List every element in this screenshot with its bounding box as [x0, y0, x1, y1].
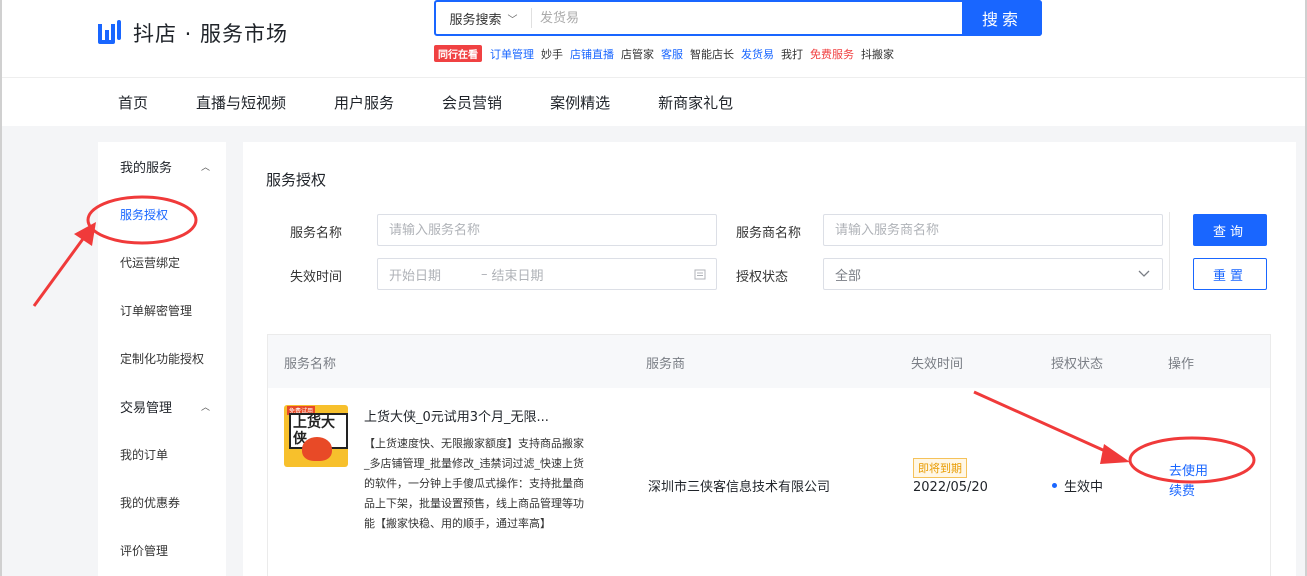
search-box: 服务搜索 ﹀ 搜索 [434, 0, 1042, 36]
provider-field [823, 214, 1163, 246]
hot-links: 同行在看 订单管理 妙手 店铺直播 店管家 客服 智能店长 发货易 我打 免费服务 抖搬家 [434, 45, 901, 62]
range-separator: – [481, 266, 488, 282]
hot-link[interactable]: 店铺直播 [570, 46, 614, 62]
query-button[interactable]: 查询 [1193, 214, 1267, 246]
service-name-field [377, 214, 717, 246]
end-date-input[interactable]: 结束日期 [492, 265, 695, 284]
chevron-down-icon [1138, 270, 1150, 277]
status-label: 授权状态 [736, 270, 789, 285]
status-select[interactable]: 全部 [823, 258, 1163, 290]
sidebar-item-reviews[interactable]: 评价管理 [98, 526, 226, 574]
table-header: 服务名称 服务商 失效时间 授权状态 操作 [268, 335, 1270, 388]
status-select-value: 全部 [835, 268, 862, 284]
service-name-input[interactable] [389, 222, 716, 238]
main-nav: 首页 直播与短视频 用户服务 会员营销 案例精选 新商家礼包 [2, 77, 1305, 126]
annotation-arrowhead-sidebar [74, 222, 96, 246]
sidebar-item-order-decrypt[interactable]: 订单解密管理 [98, 286, 226, 334]
hot-link[interactable]: 智能店长 [690, 46, 734, 62]
date-range-picker[interactable]: 开始日期 – 结束日期 [377, 258, 717, 290]
douyin-store-logo-icon [98, 20, 121, 44]
hot-link[interactable]: 发货易 [741, 46, 774, 62]
status-badge: 生效中 [1052, 476, 1103, 495]
page-title: 服务授权 [266, 171, 327, 189]
hot-link[interactable]: 妙手 [541, 46, 563, 62]
service-name[interactable]: 上货大侠_0元试用3个月_无限... [364, 406, 549, 425]
col-status: 授权状态 [1051, 357, 1104, 372]
provider-label: 服务商名称 [736, 226, 802, 241]
use-link[interactable]: 去使用 [1169, 460, 1208, 479]
search-scope-select[interactable]: 服务搜索 ﹀ [436, 8, 532, 28]
main-panel: 服务授权 服务名称 服务商名称 失效时间 开始日期 – 结束日期 授权状态 全部… [243, 142, 1296, 576]
hot-badge: 同行在看 [434, 45, 482, 62]
brand-title: 抖店 · 服务市场 [133, 22, 289, 46]
sidebar-group-label: 我的服务 [120, 160, 173, 176]
reset-button[interactable]: 重置 [1193, 258, 1267, 290]
filter-divider [1169, 212, 1170, 290]
service-thumbnail[interactable]: 免费试用 上货大侠 [284, 405, 348, 467]
hot-link[interactable]: 抖搬家 [861, 46, 894, 62]
service-description: 【上货速度快、无限搬家额度】支持商品搬家_多店铺管理_批量修改_违禁词过滤_快速… [364, 437, 584, 530]
calendar-icon [694, 269, 706, 280]
nav-item[interactable]: 新商家礼包 [658, 92, 733, 113]
renew-link[interactable]: 续费 [1169, 480, 1195, 499]
hot-link[interactable]: 客服 [661, 46, 683, 62]
auth-table: 服务名称 服务商 失效时间 授权状态 操作 免费试用 上货大侠 上货大侠_0元试… [267, 334, 1271, 576]
service-name-label: 服务名称 [290, 226, 343, 241]
search-button[interactable]: 搜索 [962, 0, 1042, 36]
nav-item[interactable]: 用户服务 [334, 92, 394, 113]
provider-name: 深圳市三侠客信息技术有限公司 [648, 480, 831, 495]
chevron-down-icon: ﹀ [507, 14, 518, 26]
annotation-arrow-sidebar [32, 231, 90, 307]
col-ops: 操作 [1168, 357, 1195, 372]
col-provider: 服务商 [646, 357, 686, 372]
logo[interactable]: 抖店 · 服务市场 [97, 18, 288, 48]
chevron-up-icon: ︿ [200, 162, 210, 173]
col-expire: 失效时间 [911, 357, 964, 372]
sidebar-group-my-services[interactable]: 我的服务 ︿ [98, 142, 226, 190]
nav-item[interactable]: 会员营销 [442, 92, 502, 113]
sidebar-item-agency-binding[interactable]: 代运营绑定 [98, 238, 226, 286]
expire-date: 2022/05/20 [913, 480, 988, 495]
status-dot-icon [1052, 483, 1057, 488]
mascot-icon [302, 437, 332, 461]
sidebar-group-label: 交易管理 [120, 400, 173, 416]
sidebar: 我的服务 ︿ 服务授权 代运营绑定 订单解密管理 定制化功能授权 交易管理 ︿ … [98, 142, 226, 576]
search-scope-label: 服务搜索 [449, 12, 502, 28]
sidebar-item-coupons[interactable]: 我的优惠券 [98, 478, 226, 526]
provider-input[interactable] [835, 222, 1162, 238]
chevron-up-icon: ︿ [200, 402, 210, 413]
sidebar-group-trade[interactable]: 交易管理 ︿ [98, 382, 226, 430]
col-service-name: 服务名称 [284, 357, 337, 372]
sidebar-item-my-orders[interactable]: 我的订单 [98, 430, 226, 478]
sidebar-item-custom-auth[interactable]: 定制化功能授权 [98, 334, 226, 382]
hot-link[interactable]: 订单管理 [490, 46, 534, 62]
expire-soon-badge: 即将到期 [913, 458, 967, 478]
nav-item[interactable]: 首页 [118, 92, 148, 113]
sidebar-item-service-auth[interactable]: 服务授权 [98, 190, 226, 238]
nav-item[interactable]: 案例精选 [550, 92, 610, 113]
nav-item[interactable]: 直播与短视频 [196, 92, 286, 113]
hot-link[interactable]: 免费服务 [810, 46, 854, 62]
hot-link[interactable]: 我打 [781, 46, 803, 62]
table-row: 免费试用 上货大侠 上货大侠_0元试用3个月_无限... 【上货速度快、无限搬家… [268, 388, 1270, 576]
expire-label: 失效时间 [290, 270, 343, 285]
status-text: 生效中 [1064, 480, 1104, 495]
top-header: 抖店 · 服务市场 服务搜索 ﹀ 搜索 同行在看 订单管理妙手店铺直播店管家客服… [2, 0, 1305, 126]
start-date-input[interactable]: 开始日期 [389, 265, 481, 284]
hot-link[interactable]: 店管家 [621, 46, 654, 62]
